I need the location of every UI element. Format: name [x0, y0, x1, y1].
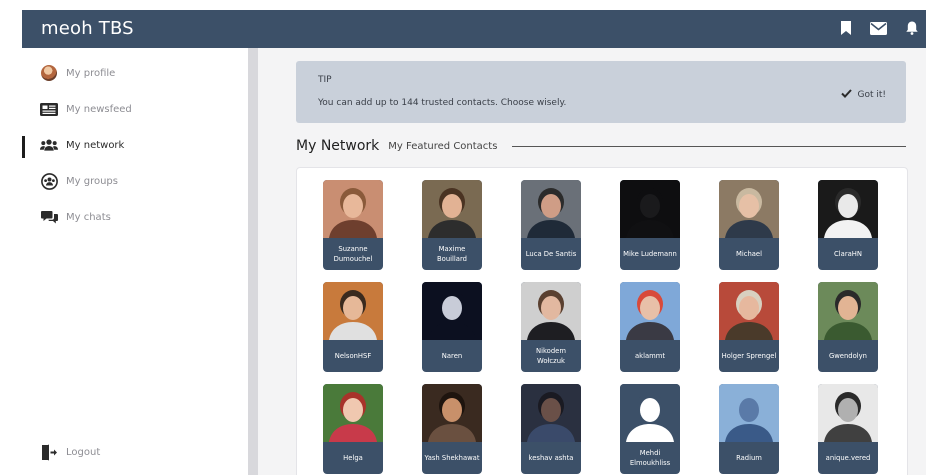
contact-name: Radium [736, 454, 762, 462]
sidebar-item-label: My chats [66, 211, 111, 223]
main-content: TIP You can add up to 144 trusted contac… [258, 48, 926, 475]
header-divider [512, 145, 906, 147]
contact-name: Naren [441, 352, 463, 360]
contact-photo [323, 282, 383, 340]
tip-banner: TIP You can add up to 144 trusted contac… [296, 61, 906, 123]
contact-name: Nikodem Wołczuk [536, 347, 566, 365]
sidebar-item-groups[interactable]: My groups [40, 171, 118, 191]
tip-text: You can add up to 144 trusted contacts. … [318, 98, 567, 108]
contact-photo [719, 384, 779, 442]
contact-name: Michael [735, 250, 763, 258]
contact-name: anique.vered [825, 454, 871, 462]
sidebar-item-label: My network [66, 139, 125, 151]
check-icon [841, 89, 853, 101]
contact-photo [521, 282, 581, 340]
sidebar-item-label: My groups [66, 175, 118, 187]
contact-card[interactable]: Naren [422, 282, 482, 372]
contact-card[interactable]: Mehdi Elmoukhliss [620, 384, 680, 474]
active-indicator [22, 136, 25, 158]
contact-card[interactable]: Maxime Bouillard [422, 180, 482, 270]
contact-card[interactable]: anique.vered [818, 384, 878, 474]
sidebar-item-chats[interactable]: My chats [40, 207, 111, 227]
contact-card[interactable]: Helga [323, 384, 383, 474]
users-icon [40, 136, 58, 154]
contact-photo [620, 384, 680, 442]
contact-card[interactable]: Holger Sprengel [719, 282, 779, 372]
contacts-grid: Suzanne Dumouchel Maxime Bouillard Luca De… [296, 167, 908, 475]
contact-card[interactable]: ClaraHN [818, 180, 878, 270]
top-bar: meoh TBS [22, 10, 926, 48]
contact-name: Maxime Bouillard [437, 245, 467, 263]
sidebar-item-label: My profile [66, 67, 116, 79]
contact-card[interactable]: aklammt [620, 282, 680, 372]
network-title: My Network [296, 138, 380, 154]
contact-photo [719, 180, 779, 238]
contact-card[interactable]: NelsonHSF [323, 282, 383, 372]
contact-name: Gwendolyn [828, 352, 867, 360]
bell-icon[interactable] [906, 20, 918, 39]
contact-photo [818, 282, 878, 340]
got-it-button[interactable]: Got it! [841, 89, 886, 101]
contact-photo [521, 384, 581, 442]
contact-photo [422, 384, 482, 442]
contact-photo [323, 180, 383, 238]
group-icon [40, 172, 58, 190]
contact-card[interactable]: Yash Shekhawat [422, 384, 482, 474]
sidebar-item-newsfeed[interactable]: My newsfeed [40, 99, 132, 119]
sidebar-item-network[interactable]: My network [40, 135, 124, 155]
contact-name: Mike Ludemann [623, 250, 677, 258]
contact-name: NelsonHSF [334, 352, 372, 360]
contact-card[interactable]: Nikodem Wołczuk [521, 282, 581, 372]
mail-icon[interactable] [870, 20, 887, 39]
sidebar-item-label: My newsfeed [66, 103, 132, 115]
logout-icon [40, 443, 58, 461]
newspaper-icon [40, 100, 58, 118]
contact-card[interactable]: keshav ashta [521, 384, 581, 474]
contact-photo [521, 180, 581, 238]
contact-photo [818, 180, 878, 238]
contact-photo [422, 180, 482, 238]
got-it-label: Got it! [857, 90, 886, 100]
logout-label: Logout [66, 446, 101, 458]
contact-photo [323, 384, 383, 442]
contact-name: aklammt [634, 352, 666, 360]
contact-name: keshav ashta [528, 454, 574, 462]
contact-card[interactable]: Gwendolyn [818, 282, 878, 372]
sidebar: My profile My newsfeed My network My gro… [22, 48, 248, 475]
brand-title[interactable]: meoh TBS [41, 18, 134, 39]
contact-photo [422, 282, 482, 340]
network-header: My Network My Featured Contacts [296, 136, 906, 156]
contact-name: Helga [343, 454, 363, 462]
featured-contacts-tab[interactable]: My Featured Contacts [388, 141, 497, 152]
contact-card[interactable]: Michael [719, 180, 779, 270]
contact-name: Luca De Santis [525, 250, 577, 258]
bookmark-icon[interactable] [841, 20, 851, 39]
app-window: meoh TBS My profile My newsfeed My netwo… [22, 10, 926, 475]
contact-name: Holger Sprengel [721, 352, 777, 360]
profile-avatar-icon [40, 64, 58, 82]
contact-card[interactable]: Suzanne Dumouchel [323, 180, 383, 270]
contact-photo [620, 180, 680, 238]
contact-photo [719, 282, 779, 340]
contact-name: Mehdi Elmoukhliss [629, 449, 671, 467]
contact-name: Yash Shekhawat [424, 454, 480, 462]
sidebar-scrollbar[interactable] [248, 48, 258, 475]
contact-photo [818, 384, 878, 442]
contact-card[interactable]: Luca De Santis [521, 180, 581, 270]
chats-icon [40, 208, 58, 226]
contact-card[interactable]: Mike Ludemann [620, 180, 680, 270]
contact-card[interactable]: Radium [719, 384, 779, 474]
logout-button[interactable]: Logout [40, 442, 100, 462]
tip-title: TIP [318, 75, 332, 85]
contact-photo [620, 282, 680, 340]
contact-name: Suzanne Dumouchel [333, 245, 373, 263]
contact-name: ClaraHN [834, 250, 862, 258]
sidebar-item-profile[interactable]: My profile [40, 63, 115, 83]
